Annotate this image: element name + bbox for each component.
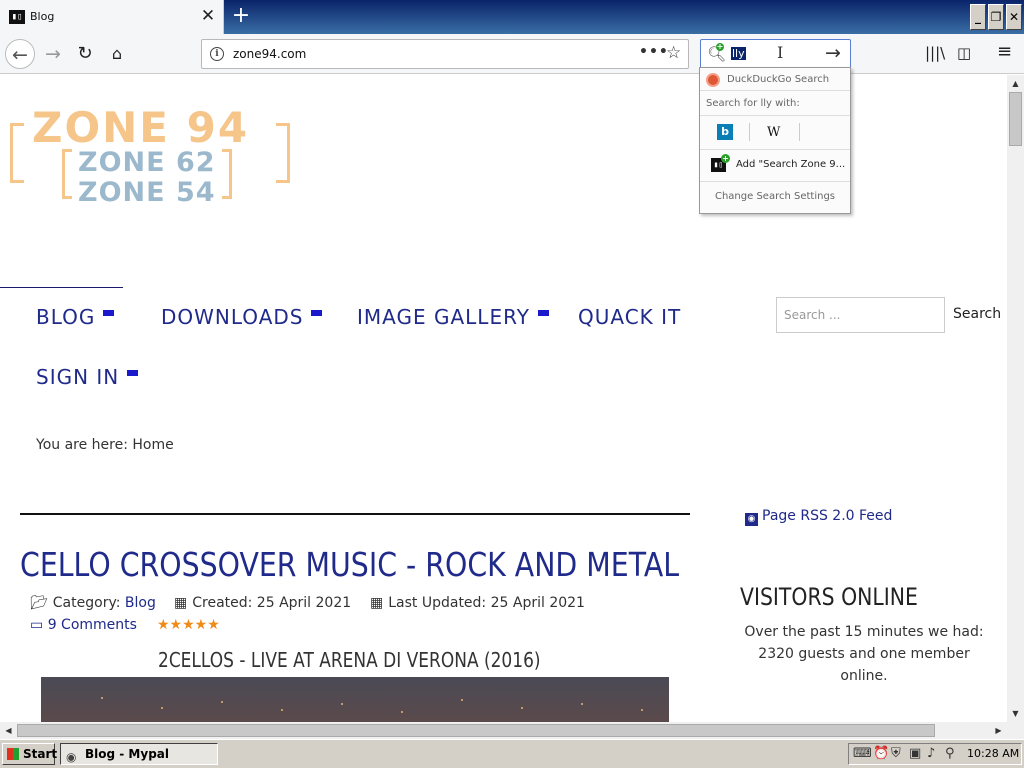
tab-close-icon[interactable]: ✕ xyxy=(199,5,217,27)
page-search-button[interactable]: Search xyxy=(953,306,1001,322)
shield-icon[interactable]: ⛨ xyxy=(891,746,901,761)
windows-taskbar: Start ◉ Blog - Mypal ⌨ ⏰ ⛨ ▣ ♪ ⚲ 10:28 AM xyxy=(0,739,1024,768)
scroll-left-icon: ◀ xyxy=(5,726,12,735)
forward-button[interactable]: → xyxy=(38,39,68,69)
logo-line-1: ZONE 94 xyxy=(32,103,250,152)
add-badge-icon: + xyxy=(721,154,730,163)
breadcrumb: You are here: Home xyxy=(36,437,174,453)
logo-line-2: ZONE 62 xyxy=(78,147,216,178)
article-updated: ▦ Last Updated: 25 April 2021 xyxy=(370,595,585,611)
scroll-down-icon: ▼ xyxy=(1012,709,1019,718)
search-bar[interactable]: 🔍︎ + lly I → xyxy=(700,39,851,69)
tab-title: Blog xyxy=(30,10,55,23)
logo-line-3: ZONE 54 xyxy=(78,177,216,208)
menu-item-quack-it[interactable]: QUACK IT xyxy=(578,305,681,329)
video-title: 2CELLOS - LIVE AT ARENA DI VERONA (2016) xyxy=(158,648,541,672)
calendar-icon: ▦ xyxy=(370,595,384,611)
page-actions-icon[interactable]: ••• xyxy=(639,44,669,60)
calendar-icon: ▦ xyxy=(174,595,188,611)
browser-app-icon: ◉ xyxy=(66,750,77,764)
sidebar-icon[interactable]: ◫ xyxy=(957,44,971,62)
menu-item-downloads[interactable]: DOWNLOADS xyxy=(161,305,323,329)
horizontal-scrollbar[interactable]: ◀ ▶ xyxy=(0,722,1024,739)
wikipedia-engine-button[interactable]: W xyxy=(767,125,780,140)
rating-stars[interactable]: ★★★★★ xyxy=(157,617,220,633)
menu-item-image-gallery[interactable]: IMAGE GALLERY xyxy=(357,305,549,329)
current-engine-label[interactable]: DuckDuckGo Search xyxy=(727,74,829,85)
scroll-up-icon: ▲ xyxy=(1012,79,1019,88)
bing-engine-button[interactable]: b xyxy=(717,124,733,140)
window-controls: _ ❐ ✕ xyxy=(970,4,1022,30)
library-icon[interactable]: |||\ xyxy=(925,44,945,62)
search-tray-icon[interactable]: ⚲ xyxy=(945,746,955,761)
add-search-engine-item[interactable]: Add "Search Zone 9... xyxy=(736,159,845,170)
taskbar-item-blog[interactable]: ◉ Blog - Mypal xyxy=(60,743,218,765)
add-engine-badge-icon: + xyxy=(716,42,724,51)
search-suggestions-popup: DuckDuckGo Search Search for lly with: b… xyxy=(699,67,851,214)
article-title[interactable]: CELLO CROSSOVER MUSIC - ROCK AND METAL xyxy=(20,545,679,584)
menu-divider xyxy=(0,287,123,288)
menu-icon[interactable]: ≡ xyxy=(997,41,1012,62)
change-search-settings-button[interactable]: Change Search Settings xyxy=(700,191,850,202)
clock-tray-icon[interactable]: ⏰ xyxy=(873,746,889,761)
url-bar[interactable]: i zone94.com ••• ☆ xyxy=(201,39,689,69)
tab-bar: ▮▯ Blog ✕ + _ ❐ ✕ xyxy=(0,0,1024,34)
windows-logo-icon xyxy=(7,748,19,760)
minimize-button[interactable]: _ xyxy=(970,4,986,30)
comment-icon: ▭ xyxy=(30,617,44,633)
vertical-scroll-thumb xyxy=(1009,92,1022,146)
tab-blog[interactable]: ▮▯ Blog ✕ xyxy=(0,0,224,34)
search-for-label: Search for lly with: xyxy=(706,98,800,109)
duckduckgo-icon xyxy=(706,73,720,87)
back-button[interactable]: ← xyxy=(5,39,35,69)
volume-icon[interactable]: ♪ xyxy=(927,746,935,761)
home-button[interactable]: ⌂ xyxy=(102,39,132,69)
menu-item-sign-in[interactable]: SIGN IN xyxy=(36,365,139,389)
site-favicon-icon: ▮▯ xyxy=(9,10,25,24)
comments-link[interactable]: ▭ 9 Comments xyxy=(30,617,137,633)
web-page: ZONE 94 ZONE 62 ZONE 54 BLOG DOWNLOADS I… xyxy=(0,75,1007,722)
search-input[interactable]: lly xyxy=(731,47,746,60)
network-icon[interactable]: ▣ xyxy=(909,746,921,761)
article-category: 📂︎ Category: Blog xyxy=(30,595,156,611)
category-link[interactable]: Blog xyxy=(125,595,156,611)
text-cursor-icon: I xyxy=(777,43,784,62)
url-text[interactable]: zone94.com xyxy=(233,47,306,61)
visitors-heading: VISITORS ONLINE xyxy=(740,583,918,611)
visitors-text: Over the past 15 minutes we had: 2320 gu… xyxy=(744,624,984,684)
article-divider xyxy=(20,513,690,515)
bookmark-star-icon[interactable]: ☆ xyxy=(666,43,681,63)
rss-icon: ◉ xyxy=(745,513,758,526)
menu-item-blog[interactable]: BLOG xyxy=(36,305,115,329)
new-tab-button[interactable]: + xyxy=(229,3,253,29)
reload-button[interactable]: ↻ xyxy=(70,39,100,69)
keyboard-icon[interactable]: ⌨ xyxy=(853,746,872,761)
start-button[interactable]: Start xyxy=(2,743,57,765)
vertical-scrollbar[interactable]: ▲ ▼ xyxy=(1007,75,1024,722)
navigation-toolbar: ← → ↻ ⌂ i zone94.com ••• ☆ 🔍︎ + lly I → xyxy=(0,34,1024,74)
search-go-icon[interactable]: → xyxy=(825,42,841,64)
scroll-right-icon: ▶ xyxy=(995,726,1002,735)
system-tray: ⌨ ⏰ ⛨ ▣ ♪ ⚲ 10:28 AM xyxy=(848,743,1022,765)
site-info-icon[interactable]: i xyxy=(210,47,224,61)
article-created: ▦ Created: 25 April 2021 xyxy=(174,595,352,611)
video-thumbnail[interactable] xyxy=(41,677,669,722)
folder-icon: 📂︎ xyxy=(30,595,48,611)
restore-button[interactable]: ❐ xyxy=(988,4,1004,30)
close-window-button[interactable]: ✕ xyxy=(1006,4,1022,30)
horizontal-scroll-thumb xyxy=(17,724,935,737)
clock[interactable]: 10:28 AM xyxy=(967,747,1019,760)
site-logo[interactable]: ZONE 94 ZONE 62 ZONE 54 xyxy=(10,103,292,213)
page-search-input[interactable]: Search ... xyxy=(776,297,945,333)
rss-feed-link[interactable]: ◉ Page RSS 2.0 Feed xyxy=(745,508,892,526)
